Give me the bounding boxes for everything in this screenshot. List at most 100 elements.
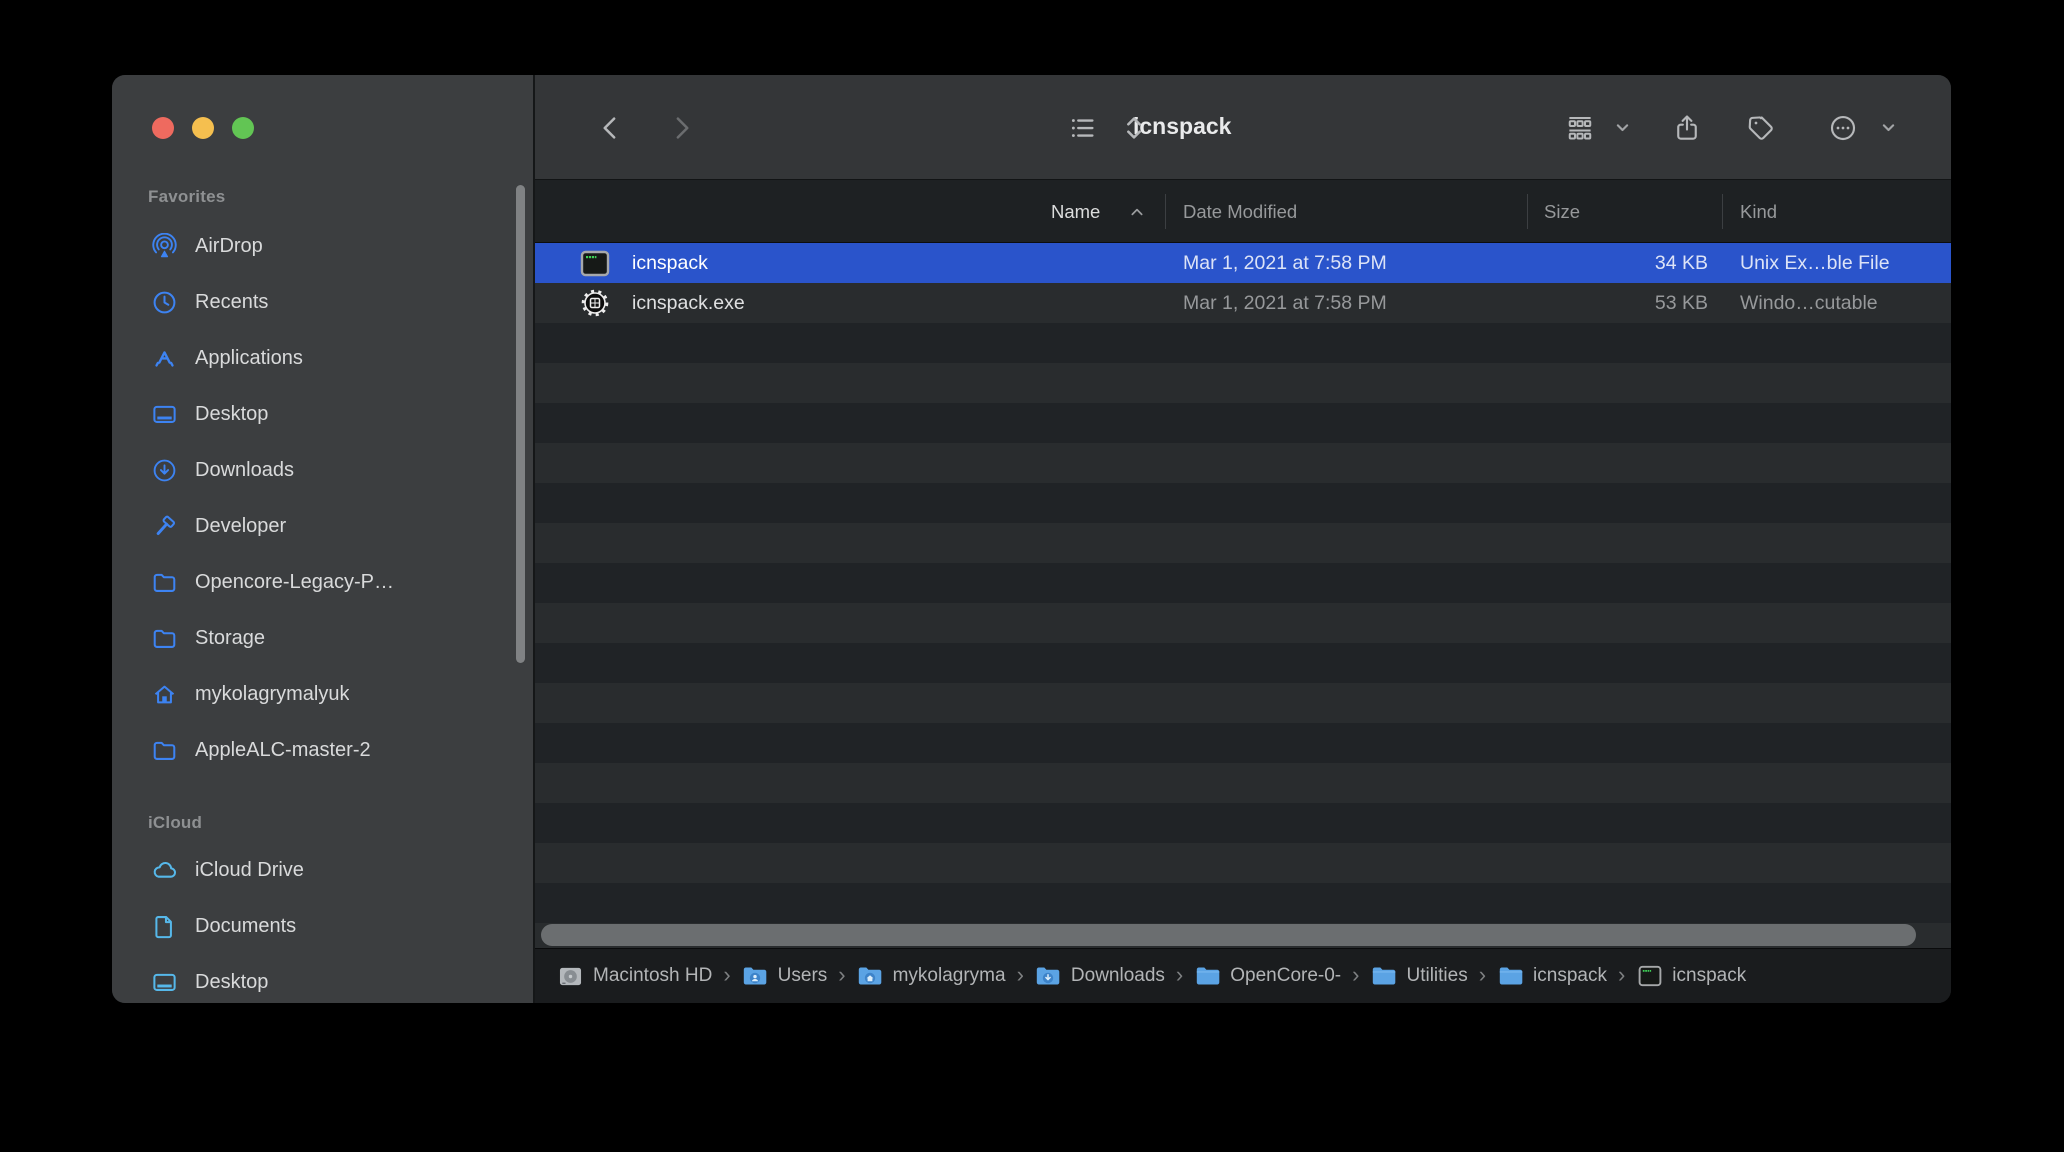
path-segment-label: Utilities: [1406, 965, 1468, 986]
sidebar-item-label: Recents: [195, 290, 269, 313]
column-header-kind[interactable]: Kind: [1740, 180, 1777, 243]
sidebar-item-label: Desktop: [195, 970, 269, 993]
more-actions-chevron-icon[interactable]: [1873, 75, 1903, 180]
file-kind: Windo…cutable: [1740, 291, 1878, 314]
column-divider[interactable]: [1722, 194, 1723, 229]
sidebar-item-label: Desktop: [195, 402, 269, 425]
sidebar-item-label: Opencore-Legacy-P…: [195, 570, 394, 593]
sidebar-item-label: Documents: [195, 914, 297, 937]
exec-file-icon: [579, 249, 611, 277]
back-button[interactable]: [583, 75, 638, 180]
sidebar-item-label: iCloud Drive: [195, 858, 304, 881]
horizontal-scrollbar[interactable]: [541, 924, 1916, 946]
path-separator-icon: ›: [1617, 961, 1626, 987]
path-segment-macintosh-hd[interactable]: Macintosh HD: [557, 964, 712, 988]
sidebar-item-opencore-legacy-p-[interactable]: Opencore-Legacy-P…: [112, 554, 512, 610]
sidebar: Favorites AirDrop Recents Applications Deskt…: [112, 75, 533, 1003]
path-segment-label: icnspack: [1533, 965, 1607, 986]
folder-icon: [149, 567, 179, 597]
folder-blue-icon: [1370, 964, 1397, 988]
sidebar-item-desktop[interactable]: Desktop: [112, 954, 512, 1003]
share-icon[interactable]: [1657, 75, 1717, 180]
desktop-icon: [149, 967, 179, 997]
list-view-icon[interactable]: [1055, 75, 1111, 180]
path-segment-label: Macintosh HD: [593, 965, 713, 986]
column-divider[interactable]: [1165, 194, 1166, 229]
main-area: icnspack Name Date Modified Size Kind icnsp…: [535, 75, 1951, 1003]
tags-icon[interactable]: [1731, 75, 1791, 180]
file-size: 53 KB: [1654, 291, 1708, 314]
hammer-icon: [149, 511, 179, 541]
finder-window: Favorites AirDrop Recents Applications Deskt…: [112, 75, 1951, 1003]
sidebar-section-label: Favorites: [148, 187, 226, 206]
column-divider[interactable]: [1527, 194, 1528, 229]
sidebar-item-applications[interactable]: Applications: [112, 330, 512, 386]
path-separator-icon: ›: [1352, 961, 1360, 987]
desktop-icon: [149, 399, 179, 429]
sidebar-item-applealc-master-2[interactable]: AppleALC-master-2: [112, 722, 512, 778]
file-kind: Unix Ex…ble File: [1740, 251, 1890, 274]
close-button[interactable]: [152, 117, 174, 139]
file-name: icnspack: [632, 251, 708, 274]
sidebar-item-downloads[interactable]: Downloads: [112, 442, 512, 498]
path-segment-downloads[interactable]: Downloads: [1035, 964, 1165, 988]
path-segment-label: Users: [777, 965, 828, 986]
path-segment-utilities[interactable]: Utilities: [1370, 964, 1468, 988]
sidebar-item-airdrop[interactable]: AirDrop: [112, 218, 512, 274]
sidebar-item-label: mykolagrymalyuk: [195, 682, 350, 705]
sidebar-item-label: Storage: [195, 626, 266, 649]
file-date-modified: Mar 1, 2021 at 7:58 PM: [1183, 251, 1387, 274]
sidebar-scrollbar[interactable]: [516, 185, 525, 663]
path-segment-label: Downloads: [1070, 965, 1165, 986]
list-stripes: [535, 323, 1951, 948]
cloud-icon: [149, 855, 179, 885]
window-controls: [152, 117, 254, 139]
path-segment-mykolagryma[interactable]: mykolagryma: [857, 964, 1006, 988]
sort-order-icon[interactable]: [1113, 75, 1155, 180]
path-bar: Macintosh HD › Users › mykolagryma › Downloads…: [535, 948, 1951, 1003]
path-separator-icon: ›: [1478, 961, 1487, 987]
sidebar-item-storage[interactable]: Storage: [112, 610, 512, 666]
file-row-icnspack-exe[interactable]: icnspack.exe Mar 1, 2021 at 7:58 PM 53 KB W…: [535, 283, 1951, 323]
sidebar-item-recents[interactable]: Recents: [112, 274, 512, 330]
file-name: icnspack.exe: [632, 291, 745, 314]
column-header-name[interactable]: Name: [1051, 180, 1100, 243]
folder-icon: [149, 735, 179, 765]
sidebar-item-label: Applications: [195, 346, 303, 369]
file-list: icnspack Mar 1, 2021 at 7:58 PM 34 KB Unix …: [535, 243, 1951, 1003]
path-segment-users[interactable]: Users: [742, 964, 828, 988]
exec-file-icon: [1636, 964, 1663, 988]
gear-file-icon: [579, 289, 611, 317]
folder-users-icon: [742, 964, 769, 988]
minimize-button[interactable]: [192, 117, 214, 139]
document-icon: [149, 911, 179, 941]
sidebar-item-label: AppleALC-master-2: [195, 738, 371, 761]
path-segment-icnspack[interactable]: icnspack: [1497, 964, 1607, 988]
column-header-date-modified[interactable]: Date Modified: [1183, 180, 1297, 243]
appstore-icon: [149, 343, 179, 373]
group-view-icon[interactable]: [1550, 75, 1610, 180]
file-row-icnspack[interactable]: icnspack Mar 1, 2021 at 7:58 PM 34 KB Unix …: [535, 243, 1951, 283]
sidebar-item-desktop[interactable]: Desktop: [112, 386, 512, 442]
sort-ascending-icon: [1129, 180, 1145, 243]
column-header-size[interactable]: Size: [1544, 180, 1580, 243]
sidebar-item-developer[interactable]: Developer: [112, 498, 512, 554]
sidebar-section-label: iCloud: [148, 813, 203, 832]
sidebar-item-icloud-drive[interactable]: iCloud Drive: [112, 842, 512, 898]
sidebar-item-documents[interactable]: Documents: [112, 898, 512, 954]
folder-downloads-icon: [1035, 964, 1062, 988]
path-segment-label: icnspack: [1672, 965, 1747, 986]
path-separator-icon: ›: [1175, 961, 1184, 987]
toolbar: icnspack: [535, 75, 1951, 180]
path-separator-icon: ›: [838, 961, 846, 987]
forward-button[interactable]: [653, 75, 708, 180]
sidebar-item-label: Downloads: [195, 458, 294, 481]
folder-icon: [149, 623, 179, 653]
path-segment-label: OpenCore-0-: [1230, 965, 1342, 986]
more-actions-icon[interactable]: [1813, 75, 1873, 180]
sidebar-item-mykolagrymalyuk[interactable]: mykolagrymalyuk: [112, 666, 512, 722]
zoom-button[interactable]: [232, 117, 254, 139]
path-segment-opencore-0-[interactable]: OpenCore-0-: [1194, 964, 1341, 988]
group-view-chevron-icon[interactable]: [1607, 75, 1637, 180]
path-segment-icnspack[interactable]: icnspack: [1636, 964, 1746, 988]
